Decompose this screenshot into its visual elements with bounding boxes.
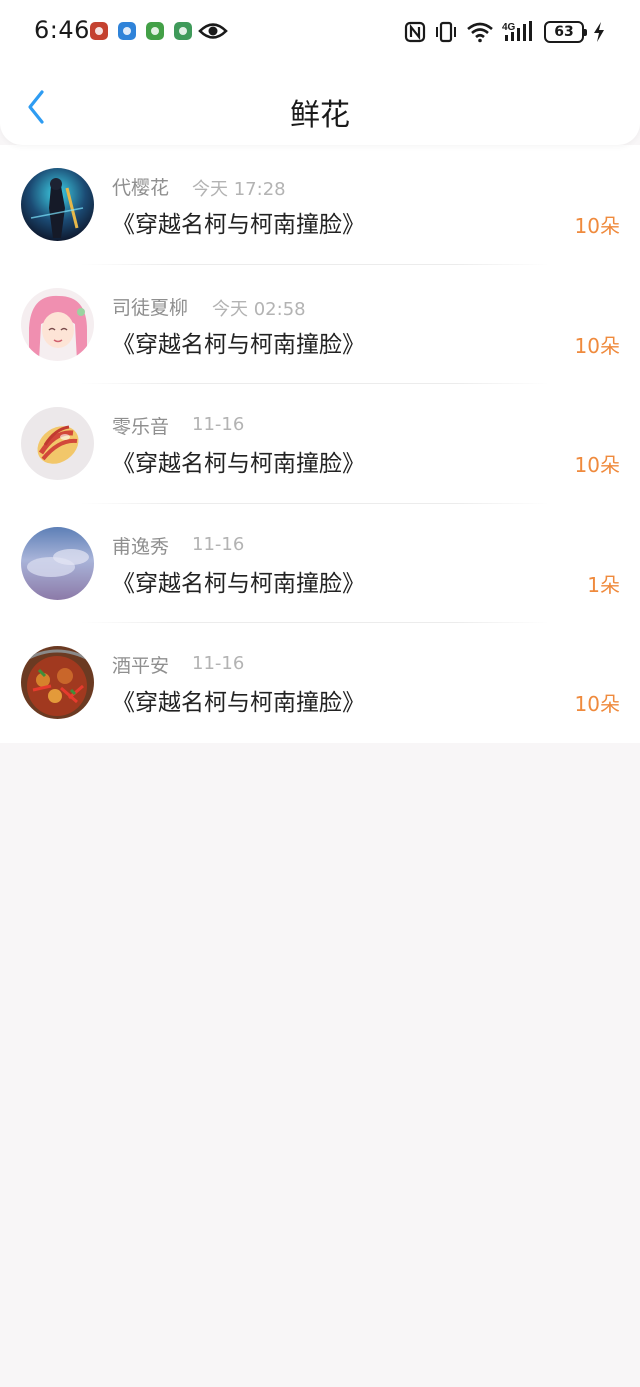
avatar[interactable] <box>21 526 94 600</box>
list-item[interactable]: 代樱花 今天 17:28 《穿越名柯与柯南撞脸》 10朵 <box>0 145 640 265</box>
list-item[interactable]: 甫逸秀 11-16 《穿越名柯与柯南撞脸》 1朵 <box>0 504 640 624</box>
battery-level: 63 <box>554 24 574 40</box>
notification-app-icon <box>118 22 136 40</box>
book-title: 《穿越名柯与柯南撞脸》 <box>112 451 365 478</box>
book-title: 《穿越名柯与柯南撞脸》 <box>112 690 365 717</box>
send-date: 今天 02:58 <box>212 298 306 320</box>
list-item[interactable]: 司徒夏柳 今天 02:58 《穿越名柯与柯南撞脸》 10朵 <box>0 265 640 385</box>
flower-list: 代樱花 今天 17:28 《穿越名柯与柯南撞脸》 10朵 司徒夏柳 今天 02:… <box>0 145 640 743</box>
nfc-icon <box>404 21 426 43</box>
send-date: 今天 17:28 <box>192 179 286 200</box>
sender-name: 甫逸秀 <box>112 535 170 558</box>
avatar[interactable] <box>21 407 94 481</box>
flower-count: 10朵 <box>574 692 620 717</box>
sender-name: 司徒夏柳 <box>112 296 189 319</box>
send-date: 11-16 <box>192 533 245 555</box>
sender-name: 零乐音 <box>112 416 170 439</box>
charging-icon <box>594 22 604 42</box>
status-bar: 6:46 4G 63 <box>0 0 640 64</box>
book-title: 《穿越名柯与柯南撞脸》 <box>112 331 365 358</box>
avatar[interactable] <box>21 168 94 241</box>
navigation-bar: 鲜花 <box>0 64 640 145</box>
vibrate-icon <box>436 21 456 43</box>
notification-app-icon <box>146 22 164 40</box>
flower-count: 10朵 <box>574 333 620 358</box>
book-title: 《穿越名柯与柯南撞脸》 <box>112 570 365 597</box>
sender-name: 代樱花 <box>112 177 170 199</box>
status-icons: 4G 63 <box>404 18 606 46</box>
flower-count: 10朵 <box>574 214 620 238</box>
list-item[interactable]: 零乐音 11-16 《穿越名柯与柯南撞脸》 10朵 <box>0 384 640 504</box>
avatar[interactable] <box>21 287 94 361</box>
battery-indicator: 63 <box>544 21 587 43</box>
book-title: 《穿越名柯与柯南撞脸》 <box>112 212 365 238</box>
wifi-icon <box>467 22 493 43</box>
eye-icon <box>198 23 228 39</box>
notification-app-icon <box>90 22 108 40</box>
top-bar: 6:46 4G 63 鲜花 <box>0 0 640 145</box>
list-item[interactable]: 酒平安 11-16 《穿越名柯与柯南撞脸》 10朵 <box>0 623 640 743</box>
avatar[interactable] <box>21 646 94 720</box>
page-title: 鲜花 <box>290 98 350 133</box>
sender-name: 酒平安 <box>112 655 170 678</box>
cellular-signal-icon: 4G <box>502 21 532 41</box>
flower-count: 1朵 <box>587 572 620 597</box>
flower-count: 10朵 <box>574 453 620 478</box>
notification-app-icon <box>174 22 192 40</box>
send-date: 11-16 <box>192 414 245 436</box>
network-type-label: 4G <box>502 22 516 33</box>
status-time: 6:46 <box>34 16 90 44</box>
send-date: 11-16 <box>192 653 245 675</box>
